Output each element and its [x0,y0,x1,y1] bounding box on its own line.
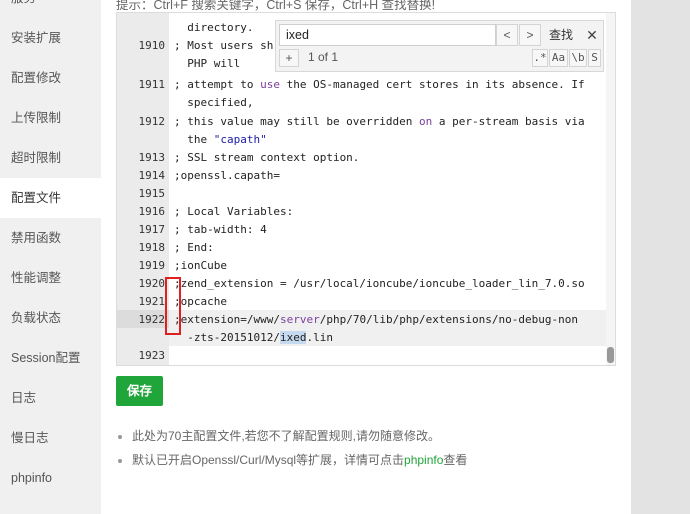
line-number: 1916 [138,205,166,218]
sidebar-item-log[interactable]: 日志 [0,378,101,418]
editor-scrollbar[interactable] [606,13,615,365]
line-number [117,19,165,37]
sidebar-item-install-extensions[interactable]: 安装扩展 [0,18,101,58]
line-number: 1914 [138,169,166,182]
code-line[interactable]: PHP will [174,55,240,73]
code-line[interactable]: ; SSL stream context option. [174,149,359,167]
note-text: 查看 [443,453,468,467]
sidebar: 服务 安装扩展 配置修改 上传限制 超时限制 配置文件 禁用函数 性能调整 负载… [0,0,101,514]
code-line[interactable]: ;opcache [174,293,227,311]
bullet-icon [118,434,122,439]
save-button[interactable]: 保存 [116,376,163,406]
line-number: 1919 [138,259,166,272]
line-number: 1918 [138,241,166,254]
line-number: 1915 [138,187,166,200]
modal-backdrop-right [631,0,690,514]
code-line[interactable]: specified, [174,94,253,112]
line-number: 1923 [138,349,166,362]
code-text: ; attempt to [174,78,261,91]
note-text: 此处为70主配置文件,若您不了解配置规则,请勿随意修改。 [132,429,441,443]
search-input[interactable] [279,24,496,46]
code-line[interactable]: ; Most users sh [174,37,273,55]
line-number: 1913 [138,151,166,164]
code-text: -zts-20151012/ [174,331,280,344]
sidebar-item-session[interactable]: Session配置 [0,338,101,378]
prev-match-button[interactable]: < [496,24,518,46]
code-line[interactable]: ; Local Variables: [174,203,293,221]
plus-icon: + [285,51,293,65]
code-keyword: use [260,78,280,91]
sidebar-item-timeout-limit[interactable]: 超时限制 [0,138,101,178]
code-line[interactable]: ; attempt to use the OS-managed cert sto… [174,76,585,94]
line-number [117,329,165,347]
search-panel: < > 查找 ✕ + 1 of 1 .* Aa \b S [275,20,604,72]
code-text: the OS-managed cert stores in its absenc… [279,78,585,91]
code-keyword: on [419,115,433,128]
line-number: 1922 [138,313,166,326]
chevron-left-icon: < [503,28,511,42]
code-line[interactable]: ;zend_extension = /usr/local/ioncube/ion… [174,275,585,293]
sidebar-item-service[interactable]: 服务 [0,0,101,18]
code-text: ; this value may still be overridden [174,115,420,128]
code-line[interactable]: directory. [174,19,253,37]
match-count: 1 of 1 [308,50,339,64]
annotation-highlight-box [165,277,181,335]
line-number: 1911 [138,78,166,91]
code-line[interactable]: ; End: [174,239,214,257]
sidebar-item-config-file[interactable]: 配置文件 [0,178,101,218]
sidebar-item-upload-limit[interactable]: 上传限制 [0,98,101,138]
code-line[interactable]: ; tab-width: 4 [174,221,267,239]
case-sensitive-toggle[interactable]: Aa [549,49,568,67]
toggle-replace-button[interactable]: + [279,49,299,67]
code-text: a per-stream basis via [432,115,585,128]
scrollbar-thumb[interactable] [607,347,614,363]
line-number [117,55,165,73]
whole-word-toggle[interactable]: \b [569,49,587,67]
code-line[interactable]: ;openssl.capath= [174,167,280,185]
sidebar-item-slow-log[interactable]: 慢日志 [0,418,101,458]
note-text: 默认已开启Openssl/Curl/Mysql等扩展，详情可点击 [132,453,405,467]
code-string: "capath" [213,133,267,146]
line-number: 1921 [138,295,166,308]
find-button[interactable]: 查找 [541,24,581,46]
chevron-right-icon: > [526,28,534,42]
code-line[interactable]: the "capath" [174,131,267,149]
close-icon: ✕ [586,27,598,43]
sidebar-item-disabled-functions[interactable]: 禁用函数 [0,218,101,258]
in-selection-toggle[interactable]: S [588,49,601,67]
code-text: the [174,133,214,146]
line-number: 1920 [138,277,166,290]
code-line[interactable]: ;extension=/www/server/php/70/lib/php/ex… [174,311,578,329]
next-match-button[interactable]: > [519,24,541,46]
line-number [117,131,165,149]
sidebar-item-phpinfo[interactable]: phpinfo [0,458,101,498]
regex-toggle[interactable]: .* [532,49,548,67]
sidebar-item-performance[interactable]: 性能调整 [0,258,101,298]
code-line[interactable]: -zts-20151012/ixed.lin [174,329,333,347]
bullet-icon [118,458,122,463]
sidebar-item-load-status[interactable]: 负载状态 [0,298,101,338]
line-number: 1917 [138,223,166,236]
note-extensions: 默认已开启Openssl/Curl/Mysql等扩展，详情可点击phpinfo查… [118,451,467,468]
sidebar-item-config-edit[interactable]: 配置修改 [0,58,101,98]
code-keyword: server [279,313,320,326]
line-number: 1912 [138,115,166,128]
note-config-warning: 此处为70主配置文件,若您不了解配置规则,请勿随意修改。 [118,427,440,444]
phpinfo-link[interactable]: phpinfo [404,453,443,467]
close-search-button[interactable]: ✕ [583,24,601,46]
code-line[interactable]: ;ionCube [174,257,227,275]
search-match-highlight: ixed [279,331,307,344]
line-number [117,94,165,112]
line-number: 1910 [138,39,166,52]
code-text: ;extension=/www/ [174,313,280,326]
code-text: /php/70/lib/php/extensions/no-debug-non [319,313,578,326]
code-text: .lin [306,331,333,344]
code-line[interactable]: ; this value may still be overridden on … [174,113,585,131]
